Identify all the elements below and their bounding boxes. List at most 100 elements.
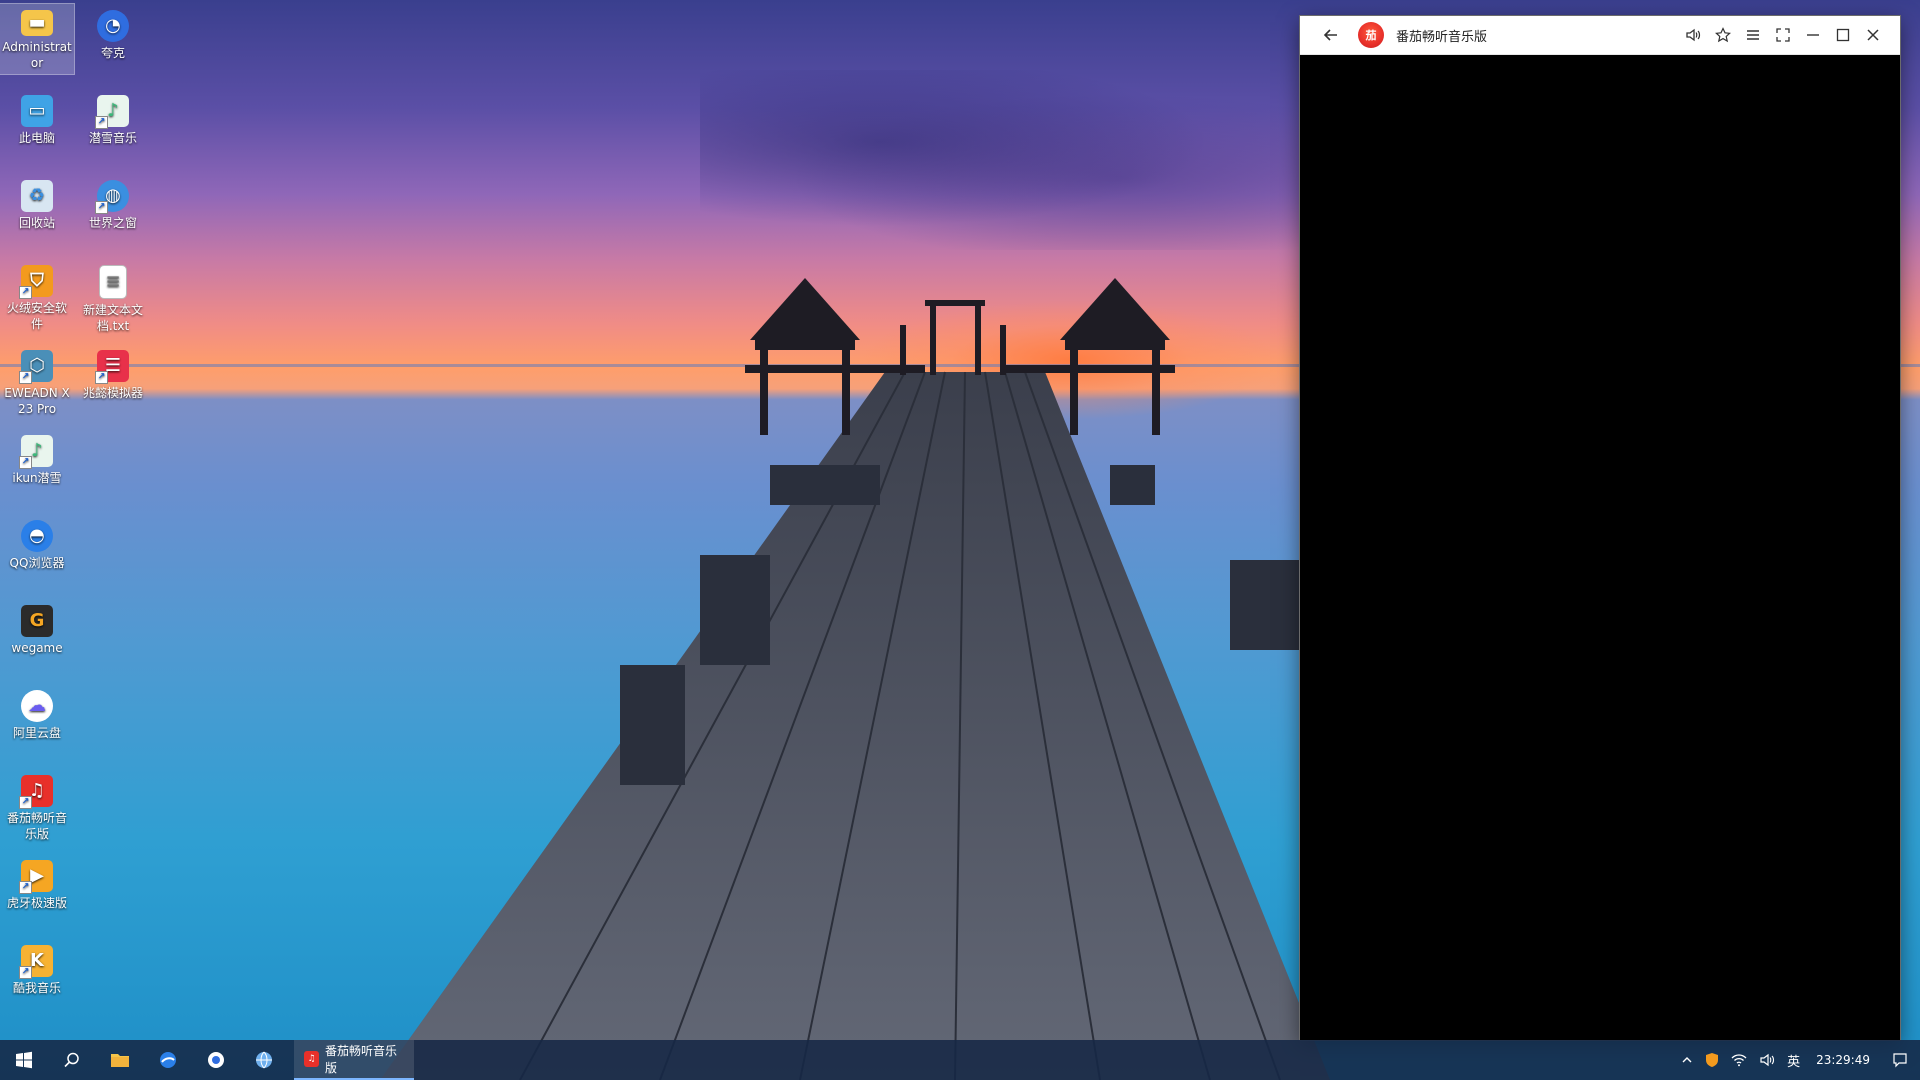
desktop-icon-huya[interactable]: ▶ ↗ 虎牙极速版 (0, 854, 74, 914)
desktop-icon-ikun[interactable]: ♪ ↗ ikun潜雪 (0, 429, 74, 489)
cloud-drive-icon: ☁ (21, 690, 53, 722)
desktop-icon-theworld[interactable]: ◍ ↗ 世界之窗 (76, 174, 150, 234)
show-hidden-icons-button[interactable] (1675, 1040, 1699, 1080)
search-icon (64, 1052, 79, 1068)
computer-icon: ▭ (21, 95, 53, 127)
desktop-icon-aliyun-drive[interactable]: ☁ 阿里云盘 (0, 684, 74, 744)
window-titlebar[interactable]: 茄 番茄畅听音乐版 (1300, 16, 1900, 55)
maximize-button[interactable] (1828, 16, 1858, 54)
desktop-icon-new-text-file[interactable]: ≡ 新建文本文档.txt (76, 259, 150, 337)
tomato-music-icon: ♫ ↗ (19, 775, 53, 809)
huya-icon: ▶ ↗ (19, 860, 53, 894)
desktop-icon-label: 夸克 (100, 46, 125, 60)
folder-icon: ▬ (21, 10, 53, 36)
desktop-icon-label: 阿里云盘 (12, 726, 61, 740)
kuwo-music-icon: K ↗ (19, 945, 53, 979)
desktop-icon-label: QQ浏览器 (9, 556, 65, 570)
back-button[interactable] (1316, 16, 1346, 54)
taskbar-file-explorer[interactable] (96, 1040, 144, 1080)
desktop-icon-tomato-music[interactable]: ♫ ↗ 番茄畅听音乐版 (0, 769, 74, 845)
desktop-icon-label: wegame (11, 641, 63, 655)
close-button[interactable] (1858, 16, 1888, 54)
app-logo: 茄 (1358, 22, 1384, 48)
music-note-icon: ♪ ↗ (19, 435, 53, 469)
recycle-bin-icon: ♻ (21, 180, 53, 212)
desktop-icon-quark[interactable]: ◔ 夸克 (76, 4, 150, 64)
taskbar-theworld[interactable] (240, 1040, 288, 1080)
desktop-icon-eweadn[interactable]: ⬡ ↗ EWEADN X23 Pro (0, 344, 74, 420)
cube-icon: ⬡ ↗ (19, 350, 53, 384)
app-content-area[interactable] (1300, 55, 1900, 1040)
search-button[interactable] (48, 1040, 96, 1080)
ime-indicator[interactable]: 英 (1781, 1040, 1806, 1080)
fullscreen-button[interactable] (1768, 16, 1798, 54)
clock[interactable]: 23:29:49 (1806, 1040, 1880, 1080)
desktop-icon-recycle-bin[interactable]: ♻ 回收站 (0, 174, 74, 234)
desktop-icon-label: 虎牙极速版 (6, 896, 67, 910)
hamburger-menu-icon (1747, 30, 1759, 40)
desktop-icon-wegame[interactable]: G wegame (0, 599, 74, 659)
emulator-icon: ☰ ↗ (95, 350, 129, 384)
desktop-icon-qianxue-music[interactable]: ♪ ↗ 潜雪音乐 (76, 89, 150, 149)
desktop-icon-label: Administrator (2, 40, 72, 70)
tray-network[interactable] (1725, 1040, 1753, 1080)
notification-icon (1893, 1053, 1907, 1068)
desktop: ▬ Administrator ◔ 夸克 ▭ 此电脑 ♪ ↗ 潜雪音乐 ♻ 回收站… (0, 0, 1920, 1080)
maximize-icon (1836, 28, 1850, 42)
quark-icon: ◔ (97, 10, 129, 42)
qq-browser-icon (160, 1052, 176, 1068)
taskbar-qq-browser[interactable] (144, 1040, 192, 1080)
window-title: 番茄畅听音乐版 (1396, 29, 1488, 45)
pin-button[interactable] (1708, 16, 1738, 54)
desktop-icon-label: 火绒安全软件 (6, 301, 67, 331)
desktop-icon-this-pc[interactable]: ▭ 此电脑 (0, 89, 74, 149)
music-note-icon: ♪ ↗ (95, 95, 129, 129)
globe-icon (256, 1051, 272, 1069)
tray-volume[interactable] (1753, 1040, 1781, 1080)
desktop-icon-label: 酷我音乐 (12, 981, 61, 995)
desktop-icon-label: 兆懿模拟器 (82, 386, 143, 400)
desktop-icon-label: 回收站 (18, 216, 55, 230)
qq-browser-icon: ◓ (21, 520, 53, 552)
minimize-icon (1807, 34, 1819, 36)
start-button[interactable] (0, 1040, 48, 1080)
quark-icon (208, 1052, 224, 1068)
desktop-icon-qq-browser[interactable]: ◓ QQ浏览器 (0, 514, 74, 574)
wegame-icon: G (21, 605, 53, 637)
fullscreen-icon (1776, 28, 1790, 42)
desktop-icon-kuwo[interactable]: K ↗ 酷我音乐 (0, 939, 74, 999)
desktop-icon-administrator[interactable]: ▬ Administrator (0, 3, 75, 75)
desktop-icon-label: 此电脑 (18, 131, 55, 145)
taskbar-app-label: 番茄畅听音乐版 (325, 1044, 398, 1075)
fire-shield-icon: ⛉ ↗ (19, 265, 53, 299)
back-arrow-icon (1323, 29, 1337, 41)
desktop-icon-label: 潜雪音乐 (88, 131, 137, 145)
shield-icon (1706, 1053, 1719, 1067)
speaker-icon (1760, 1053, 1775, 1067)
desktop-icon-label: EWEADN X23 Pro (4, 386, 70, 416)
globe-icon: ◍ ↗ (95, 180, 129, 214)
taskbar-tomato-music[interactable]: ♫ 番茄畅听音乐版 (294, 1040, 414, 1080)
desktop-icon-emulator[interactable]: ☰ ↗ 兆懿模拟器 (76, 344, 150, 404)
system-tray: 英 23:29:49 (1675, 1040, 1920, 1080)
volume-button[interactable] (1678, 16, 1708, 54)
text-file-icon: ≡ (99, 265, 127, 299)
desktop-icon-label: 番茄畅听音乐版 (6, 811, 67, 841)
action-center-button[interactable] (1880, 1040, 1920, 1080)
desktop-icon-label: 新建文本文档.txt (82, 303, 143, 333)
app-window[interactable]: 茄 番茄畅听音乐版 (1300, 16, 1900, 1040)
desktop-icon-label: ikun潜雪 (12, 471, 62, 485)
folder-icon (111, 1054, 129, 1067)
desktop-icon-huorong[interactable]: ⛉ ↗ 火绒安全软件 (0, 259, 74, 335)
tomato-music-icon: ♫ (304, 1051, 320, 1067)
chevron-up-icon (1682, 1057, 1692, 1063)
minimize-button[interactable] (1798, 16, 1828, 54)
close-icon (1867, 29, 1879, 41)
speaker-icon (1686, 28, 1701, 42)
menu-button[interactable] (1738, 16, 1768, 54)
desktop-icon-label: 世界之窗 (88, 216, 137, 230)
tray-huorong[interactable] (1699, 1040, 1725, 1080)
windows-logo-icon (16, 1051, 32, 1069)
taskbar-quark[interactable] (192, 1040, 240, 1080)
app-logo-text: 茄 (1365, 29, 1377, 42)
